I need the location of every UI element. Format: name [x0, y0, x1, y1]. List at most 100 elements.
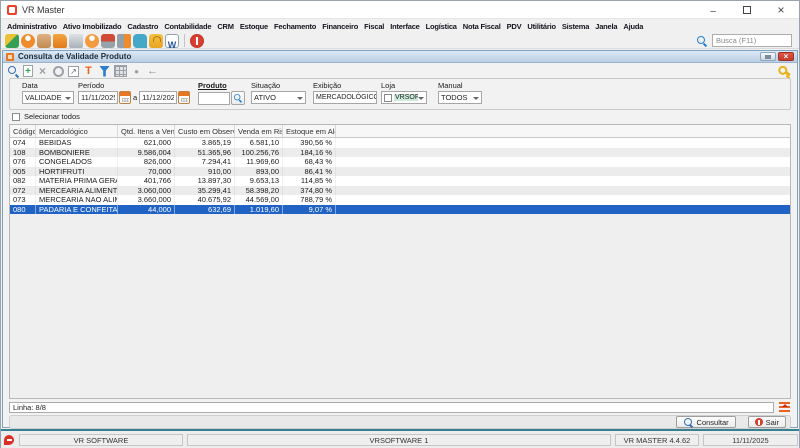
delivery-icon[interactable]	[117, 34, 131, 48]
settings-icon[interactable]	[52, 65, 65, 78]
table-row[interactable]: 080PADARIA E CONFEITARIA44,000632,691.01…	[10, 205, 790, 215]
table-row[interactable]: 076CONGELADOS826,0007.294,4111.969,6068,…	[10, 157, 790, 167]
cart-icon[interactable]	[69, 34, 83, 48]
produto-label[interactable]: Produto	[198, 81, 245, 91]
chevron-down-icon	[65, 97, 71, 103]
column-header-4[interactable]: Venda em Risco	[235, 125, 283, 137]
menu-item-ativo-imobilizado[interactable]: Ativo Imobilizado	[60, 22, 125, 31]
calendar-icon[interactable]	[178, 91, 190, 104]
sair-button[interactable]: Sair	[748, 416, 786, 428]
table-cell: 86,41 %	[283, 167, 336, 177]
table-row[interactable]: 108BOMBONIERE9.586,00451.365,96100.256,7…	[10, 148, 790, 158]
data-select[interactable]: VALIDADE	[22, 91, 74, 104]
select-all-checkbox[interactable]	[12, 113, 20, 121]
consultar-button[interactable]: Consultar	[676, 416, 736, 428]
menu-item-fechamento[interactable]: Fechamento	[271, 22, 319, 31]
situacao-select[interactable]: ATIVO	[251, 91, 306, 104]
close-inner-window-button[interactable]	[778, 52, 794, 61]
menu-item-crm[interactable]: CRM	[214, 22, 236, 31]
menu-item-administrativo[interactable]: Administrativo	[4, 22, 60, 31]
export-icon[interactable]	[68, 66, 79, 77]
column-header-5[interactable]: Estoque em Alerta	[283, 125, 336, 137]
table-row[interactable]: 005HORTIFRUTI70,000910,00893,0086,41 %	[10, 167, 790, 177]
document-icon	[6, 53, 14, 61]
status-segment-2: VR MASTER 4.4.62	[615, 434, 699, 446]
exibicao-label: Exibição	[313, 81, 377, 91]
column-header-0[interactable]: Código	[10, 125, 36, 137]
periodo-to-input[interactable]	[139, 91, 177, 104]
pos-icon[interactable]	[101, 34, 115, 48]
close-button[interactable]	[775, 1, 787, 19]
manual-label: Manual	[438, 81, 482, 91]
person-icon[interactable]	[85, 34, 99, 48]
filter-icon[interactable]	[98, 65, 111, 78]
table-row[interactable]: 072MERCEARIA ALIMENTOS3.060,00035.299,41…	[10, 186, 790, 196]
lock-icon[interactable]	[149, 34, 163, 48]
column-header-2[interactable]: Qtd. Itens a Vencer	[118, 125, 175, 137]
scroll-top-icon[interactable]	[779, 402, 790, 413]
filter-loja: Loja VRSOFT...	[381, 81, 427, 104]
search-input[interactable]	[712, 34, 792, 47]
column-header-1[interactable]: Mercadológico	[36, 125, 118, 137]
exibicao-select[interactable]: MERCADOLÓGICO 1	[313, 91, 377, 104]
consult-icon[interactable]	[7, 65, 20, 78]
periodo-from-input[interactable]	[78, 91, 118, 104]
money-icon[interactable]	[5, 34, 19, 48]
vr-logo-icon	[4, 435, 14, 445]
delete-icon[interactable]	[36, 65, 49, 78]
loja-checkbox[interactable]	[384, 94, 392, 102]
menu-item-cadastro[interactable]: Cadastro	[124, 22, 161, 31]
table-cell: BOMBONIERE	[36, 148, 118, 158]
record-icon[interactable]	[130, 65, 143, 78]
back-icon[interactable]	[146, 65, 159, 78]
word-icon[interactable]	[165, 34, 179, 48]
calendar-icon[interactable]	[119, 91, 131, 104]
table-cell: 390,56 %	[283, 138, 336, 148]
column-header-3[interactable]: Custo em Observação	[175, 125, 235, 137]
vr-master-window: VR Master AdministrativoAtivo Imobilizad…	[0, 0, 800, 448]
loja-value: VRSOFT...	[394, 94, 418, 101]
menu-item-nota-fiscal[interactable]: Nota Fiscal	[460, 22, 504, 31]
menu-bar: AdministrativoAtivo ImobilizadoCadastroC…	[1, 19, 799, 33]
menu-item-interface[interactable]: Interface	[387, 22, 422, 31]
menu-item-janela[interactable]: Janela	[592, 22, 620, 31]
truck-icon[interactable]	[53, 34, 67, 48]
maximize-button[interactable]	[741, 1, 753, 19]
menu-item-ajuda[interactable]: Ajuda	[620, 22, 646, 31]
menu-item-logística[interactable]: Logística	[423, 22, 460, 31]
table-row[interactable]: 073MERCEARIA NAO ALIMENTOS3.660,00040.67…	[10, 195, 790, 205]
table-cell: 6.581,10	[235, 138, 283, 148]
table-cell: 7.294,41	[175, 157, 235, 167]
minimize-button[interactable]	[707, 1, 719, 19]
menu-item-fiscal[interactable]: Fiscal	[361, 22, 387, 31]
package-icon[interactable]	[37, 34, 51, 48]
table-cell: 114,85 %	[283, 176, 336, 186]
loja-select[interactable]: VRSOFT...	[381, 91, 427, 104]
new-icon[interactable]	[23, 65, 33, 77]
grid-icon[interactable]	[114, 65, 127, 78]
table-cell: 3.060,000	[118, 186, 175, 196]
menu-item-pdv[interactable]: PDV	[504, 22, 525, 31]
menu-item-utilitário[interactable]: Utilitário	[524, 22, 558, 31]
toolbar-icons	[5, 34, 204, 48]
exit-icon	[755, 418, 763, 426]
menu-item-estoque[interactable]: Estoque	[237, 22, 271, 31]
exit-icon[interactable]	[190, 34, 204, 48]
customer-icon[interactable]	[21, 34, 35, 48]
table-cell: 68,43 %	[283, 157, 336, 167]
menu-item-financeiro[interactable]: Financeiro	[319, 22, 361, 31]
manual-select[interactable]: TODOS	[438, 91, 482, 104]
menu-item-sistema[interactable]: Sistema	[559, 22, 592, 31]
detach-window-button[interactable]	[760, 52, 776, 61]
clear-filter-icon[interactable]	[82, 65, 95, 78]
inner-window-titlebar: Consulta de Validade Produto	[3, 51, 797, 63]
produto-input[interactable]	[198, 92, 230, 105]
table-cell: 40.675,92	[175, 195, 235, 205]
produto-search-button[interactable]	[231, 91, 245, 105]
menu-item-contabilidade[interactable]: Contabilidade	[161, 22, 214, 31]
table-row[interactable]: 082MATERIA PRIMA GERAL401,76613.897,309.…	[10, 176, 790, 186]
table-row[interactable]: 074BEBIDAS621,0003.865,196.581,10390,56 …	[10, 138, 790, 148]
loja-label: Loja	[381, 81, 427, 91]
table-cell: 100.256,76	[235, 148, 283, 158]
chat-icon[interactable]	[133, 34, 147, 48]
